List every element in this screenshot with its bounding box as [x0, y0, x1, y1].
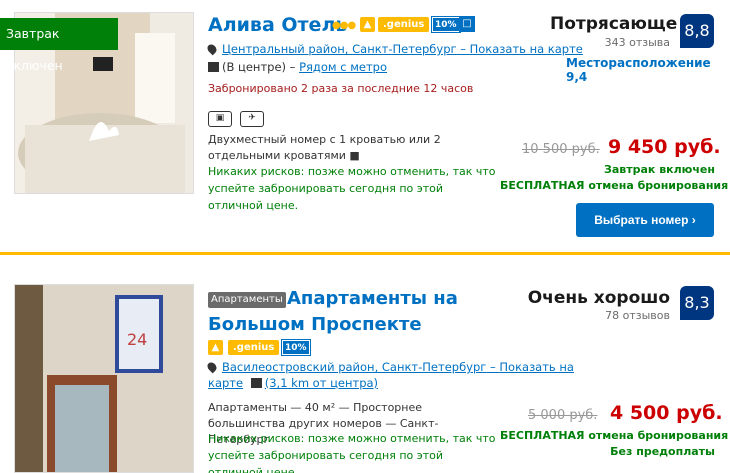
- thumbs-up-icon: ▲: [208, 340, 223, 355]
- recent-bookings-note: Забронировано 2 раза за последние 12 час…: [208, 82, 474, 95]
- breakfast-included-note: Завтрак включен: [604, 163, 715, 176]
- district-link[interactable]: Центральный район, Санкт-Петербург: [222, 42, 457, 56]
- room-description: Двухместный номер с 1 кроватью или 2 отд…: [208, 132, 498, 164]
- old-price: 10 500 руб.: [522, 142, 600, 157]
- review-count: 343 отзыва: [604, 36, 670, 49]
- show-on-map-link[interactable]: Показать на: [499, 360, 574, 374]
- free-cancellation-note: БЕСПЛАТНАЯ отмена бронирования: [500, 179, 729, 192]
- rating-word: Очень хорошо: [527, 288, 670, 308]
- airport-shuttle-icon: ✈: [240, 111, 264, 127]
- map-pin-icon: [205, 360, 219, 374]
- location-line: Василеостровский район, Санкт-Петербург …: [205, 360, 574, 374]
- room-description-text: Двухместный номер с 1 кроватью или 2 отд…: [208, 133, 441, 162]
- map-pin-icon: [205, 42, 219, 56]
- review-count: 78 отзывов: [605, 309, 670, 322]
- metro-note[interactable]: Рядом с метро: [299, 60, 387, 74]
- property-photo[interactable]: 24: [14, 284, 194, 473]
- section-divider: [0, 252, 730, 255]
- hotel-title-link[interactable]: Алива Отель: [208, 14, 347, 36]
- person-icon: ■: [349, 149, 360, 162]
- no-risk-note: Никаких рисков: позже можно отменить, та…: [208, 165, 496, 212]
- current-price: 9 450 руб.: [608, 136, 721, 158]
- rating-word: Потрясающе: [550, 14, 678, 34]
- show-on-map-link-cont[interactable]: карте: [208, 376, 243, 390]
- breakfast-ribbon: Завтрак включен: [0, 18, 118, 73]
- current-price: 4 500 руб.: [610, 402, 723, 424]
- train-icon: ▣: [208, 111, 232, 127]
- distance-from-center: (3,1 km от центра): [264, 376, 379, 390]
- gift-icon: □: [459, 16, 475, 32]
- review-score-badge[interactable]: 8,3: [680, 286, 714, 320]
- location-score: Месторасположение 9,4: [566, 56, 711, 84]
- no-prepayment-note: Без предоплаты: [610, 445, 715, 458]
- select-room-button[interactable]: Выбрать номер ›: [576, 203, 714, 237]
- district-link[interactable]: Василеостровский район, Санкт-Петербург: [222, 360, 486, 374]
- property-card: Завтрак включен Алива Отель ●●● ▲ .geniu…: [0, 0, 730, 250]
- no-risk-note: Никаких рисков: позже можно отменить, та…: [208, 432, 496, 473]
- genius-badge: .genius: [228, 340, 280, 355]
- discount-badge: 10%: [281, 339, 311, 356]
- property-type-tag: Апартаменты: [208, 292, 286, 308]
- building-photo-illustration: 24: [15, 285, 193, 472]
- old-price: 5 000 руб.: [528, 408, 598, 423]
- star-rating-icon: ●●●: [332, 20, 356, 31]
- map-icon: [208, 62, 219, 72]
- svg-text:24: 24: [127, 330, 147, 349]
- hotel-title-link[interactable]: Апартаменты на: [287, 288, 458, 309]
- thumbs-up-icon: ▲: [360, 17, 375, 32]
- free-cancellation-note: БЕСПЛАТНАЯ отмена бронирования: [500, 429, 729, 442]
- review-score-badge[interactable]: 8,8: [680, 14, 714, 48]
- location-note-line: (В центре) – Рядом с метро: [208, 60, 387, 74]
- facility-icons: ▣ ✈: [208, 106, 272, 127]
- location-line: Центральный район, Санкт-Петербург – Пок…: [205, 42, 583, 56]
- discount-badge: 10%: [431, 16, 461, 33]
- map-icon: [250, 378, 262, 388]
- center-note: (В центре): [222, 60, 287, 74]
- distance-line: карте (3,1 km от центра): [208, 376, 378, 390]
- hotel-title-link-line2[interactable]: Большом Проспекте: [208, 314, 422, 335]
- genius-badge: .genius: [378, 17, 430, 32]
